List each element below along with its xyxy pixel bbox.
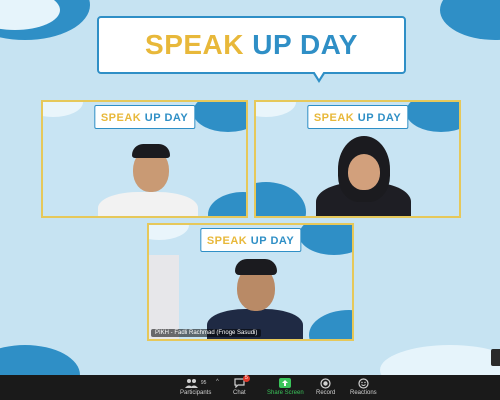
- bg-wave-top-right: [440, 0, 500, 40]
- bg-wave-bottom-left: [0, 345, 80, 375]
- title-word-speak: SPEAK: [100, 112, 142, 124]
- tile-bg-wave: [208, 192, 246, 216]
- record-button[interactable]: Record: [316, 377, 335, 396]
- tile-bg-highlight: [256, 102, 296, 117]
- title-word-day: DAY: [377, 112, 402, 124]
- title-word-up: UP: [144, 112, 161, 124]
- share-screen-button[interactable]: Share Screen: [267, 377, 304, 396]
- meeting-toolbar: 95 Participants ^ 5 Chat Share Screen Re…: [0, 375, 500, 400]
- reactions-button[interactable]: Reactions: [350, 377, 377, 396]
- side-panel-toggle[interactable]: [491, 349, 500, 366]
- title-word-speak: SPEAK: [313, 112, 355, 124]
- participant-name: PIKH - Fadli Rachmad (Fnoge Sasudi): [151, 329, 262, 337]
- title-word-day: DAY: [299, 29, 358, 60]
- title-word-speak: SPEAK: [206, 235, 248, 247]
- event-banner: SPEAK UP DAY: [97, 16, 406, 74]
- reactions-icon: [358, 377, 369, 389]
- video-tile-1[interactable]: SPEAK UP DAY: [41, 100, 248, 218]
- tile-bg-wave: [256, 182, 306, 216]
- chat-label: Chat: [233, 390, 246, 396]
- share-screen-icon: [279, 378, 292, 388]
- video-tile-3[interactable]: SPEAK UP DAY PIKH - Fadli Rachmad (Fnoge…: [147, 223, 354, 341]
- title-word-up: UP: [357, 112, 374, 124]
- tile-event-banner: SPEAK UP DAY: [93, 105, 196, 129]
- tile-event-banner: SPEAK UP DAY: [199, 228, 302, 252]
- video-tile-2[interactable]: SPEAK UP DAY: [254, 100, 461, 218]
- participants-button[interactable]: 95 Participants: [180, 377, 211, 396]
- record-icon: [320, 377, 331, 389]
- title-word-day: DAY: [270, 235, 295, 247]
- tile-bg-highlight: [43, 102, 83, 117]
- chat-unread-badge: 5: [242, 375, 250, 382]
- title-word-day: DAY: [164, 112, 189, 124]
- reactions-label: Reactions: [350, 390, 377, 396]
- title-word-up: UP: [250, 235, 267, 247]
- participants-count: 95: [200, 380, 207, 386]
- participants-caret-icon[interactable]: ^: [216, 379, 219, 385]
- tile-bg-wave: [193, 102, 246, 132]
- bg-highlight-bottom-right: [380, 345, 500, 375]
- tile-bg-wave: [309, 310, 352, 339]
- tile-bg-highlight: [149, 225, 189, 240]
- chat-button[interactable]: 5 Chat: [233, 375, 250, 396]
- record-label: Record: [316, 390, 336, 396]
- tile-event-banner: SPEAK UP DAY: [306, 105, 409, 129]
- participants-label: Participants: [180, 390, 212, 396]
- share-screen-label: Share Screen: [267, 390, 304, 396]
- title-word-up: UP: [252, 29, 292, 60]
- tile-bg-wave: [406, 102, 459, 132]
- participants-icon: [184, 379, 198, 388]
- tile-bg-wave: [299, 225, 352, 255]
- title-word-speak: SPEAK: [145, 29, 244, 60]
- event-title: SPEAK UP DAY: [145, 29, 358, 61]
- room-shelf: [149, 255, 179, 339]
- banner-tail-inner: [314, 71, 324, 79]
